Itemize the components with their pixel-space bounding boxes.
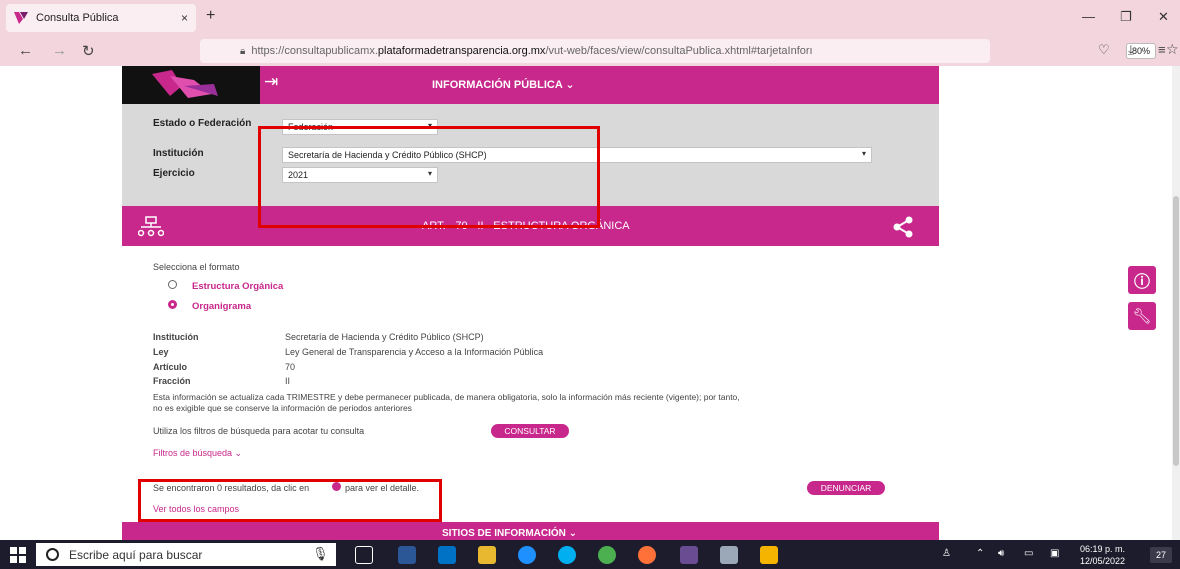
chevron-down-icon: ▾ [861,149,866,158]
chrome-icon[interactable] [598,546,616,564]
download-icon[interactable]: ⤓ [1128,42,1134,58]
header-menu-title[interactable]: INFORMACIÓN PÚBLICA ⌄ [432,78,575,91]
meta-ley-label: Ley [153,347,169,357]
search-circle-icon [46,548,59,561]
close-window-button[interactable]: ✕ [1158,9,1169,25]
wrench-icon: 🔧︎ [1132,308,1152,325]
firefox-icon[interactable] [638,546,656,564]
screen: Consulta Pública × + — ❐ ✕ ← → ↻ ◯ 🔒︎ ht… [0,0,1180,569]
radio-organigrama[interactable] [168,300,177,309]
notice-line-2: no es exigible que se conserve la inform… [153,403,412,413]
pocket-icon[interactable]: ♡ [1098,42,1110,58]
task-view-icon[interactable] [355,546,373,564]
highlight-box-ver-todos [138,479,442,522]
browser-tab[interactable]: Consulta Pública × [6,4,196,32]
new-tab-button[interactable]: + [206,7,215,25]
format-prompt: Selecciona el formato [153,262,240,272]
footer-bar: SITIOS DE INFORMACIÓN ⌄ [122,522,939,540]
alert-button[interactable]: ⓘ [1128,266,1156,294]
clock-time: 06:19 p. m. [1080,544,1126,554]
clock-date: 12/05/2022 [1080,556,1126,566]
option-organigrama[interactable]: Organigrama [192,301,251,312]
tab-title: Consulta Pública [36,12,119,24]
login-icon[interactable]: ⇥ [264,72,278,92]
ejercicio-label: Ejercicio [153,168,195,179]
app-icon[interactable] [680,546,698,564]
logo [122,66,260,104]
clock[interactable]: 06:19 p. m. 12/05/2022 [1080,543,1125,567]
lock-app-icon[interactable] [760,546,778,564]
highlight-box-filters [258,126,600,228]
reload-icon[interactable]: ↻ [82,42,95,60]
search-hint: Utiliza los filtros de búsqueda para aco… [153,426,365,436]
alert-icon: ⓘ [1133,274,1150,291]
language-icon[interactable]: ▣ [1050,548,1059,559]
edge-icon[interactable] [518,546,536,564]
url-host: plataformadetransparencia.org.mx [377,45,546,57]
site-favicon-icon [14,12,28,24]
word-icon[interactable] [398,546,416,564]
search-placeholder: Escribe aquí para buscar [69,547,203,562]
minimize-button[interactable]: — [1082,9,1095,24]
skype-icon[interactable] [558,546,576,564]
footer-title[interactable]: SITIOS DE INFORMACIÓN ⌄ [442,528,577,539]
microphone-icon[interactable]: 🎙︎ [312,546,329,562]
denunciar-button[interactable]: DENUNCIAR [807,481,885,495]
file-explorer-icon[interactable] [478,546,496,564]
org-chart-icon [138,216,164,237]
meta-fraccion-label: Fracción [153,376,191,386]
notifications-badge[interactable]: 27 [1150,547,1172,563]
address-bar[interactable]: 🔒︎ https://consultapublicamx. plataforma… [200,39,1179,63]
menu-icon[interactable]: ≡ [1158,42,1166,57]
bookmark-star-icon[interactable]: ☆ [1166,41,1179,58]
web-page: ⇥ INFORMACIÓN PÚBLICA ⌄ Estado o Federac… [0,66,1172,540]
maximize-button[interactable]: ❐ [1120,9,1132,25]
tools-button[interactable]: 🔧︎ [1128,302,1156,330]
meta-ley-value: Ley General de Transparencia y Acceso a … [285,347,544,357]
people-icon[interactable]: ♙ [942,548,951,559]
outlook-icon[interactable] [438,546,456,564]
share-icon[interactable] [892,216,914,238]
taskbar: Escribe aquí para buscar 🎙︎ ♙ ⌃ 🔊︎ ▭ ▣ 0… [0,540,1180,569]
url-path: /vut-web/faces/view/consultaPublica.xhtm… [545,45,813,57]
forward-icon[interactable]: → [52,42,67,59]
page-scrollbar[interactable] [1172,66,1180,540]
meta-institucion-label: Institución [153,332,199,342]
meta-articulo-label: Artículo [153,362,188,372]
url-prefix: https://consultapublicamx. [251,45,378,57]
notice-line-1: Esta información se actualiza cada TRIME… [153,392,740,402]
radio-estructura[interactable] [168,280,177,289]
lock-icon: 🔒︎ [240,45,246,57]
consultar-button[interactable]: CONSULTAR [491,424,569,438]
meta-institucion-value: Secretaría de Hacienda y Crédito Público… [285,332,484,342]
meta-fraccion-value: II [285,376,291,386]
tab-close-icon[interactable]: × [181,11,188,25]
meta-articulo-value: 70 [285,362,296,372]
filtros-busqueda-link[interactable]: Filtros de búsqueda ⌄ [153,448,242,459]
network-icon[interactable]: ▭ [1024,548,1033,559]
option-estructura-organica[interactable]: Estructura Orgánica [192,281,283,292]
nav-bar: ← → ↻ ◯ 🔒︎ https://consultapublicamx. pl… [0,36,1180,66]
taskbar-search[interactable]: Escribe aquí para buscar 🎙︎ [36,543,336,566]
institucion-label: Institución [153,148,204,159]
site-header: ⇥ INFORMACIÓN PÚBLICA ⌄ [122,66,939,104]
network-app-icon[interactable] [720,546,738,564]
windows-start-icon[interactable] [10,547,26,563]
chevron-up-icon[interactable]: ⌃ [976,548,984,559]
volume-icon[interactable]: 🔊︎ [998,548,1004,559]
estado-label: Estado o Federación [153,118,252,129]
back-icon[interactable]: ← [18,42,33,59]
scroll-thumb[interactable] [1173,196,1179,466]
tab-bar: Consulta Pública × + — ❐ ✕ [0,0,1180,36]
